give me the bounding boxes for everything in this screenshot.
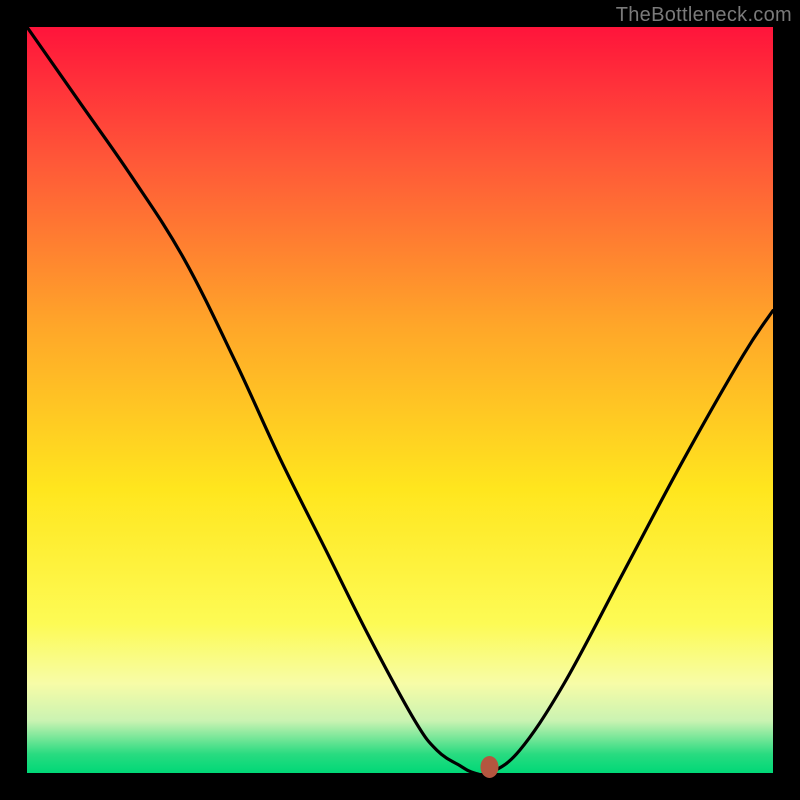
plot-area [27, 27, 773, 773]
optimal-point-marker [481, 756, 499, 778]
curve-path [27, 27, 773, 775]
bottleneck-curve [27, 27, 773, 773]
chart-frame: TheBottleneck.com [0, 0, 800, 800]
watermark-label: TheBottleneck.com [616, 4, 792, 27]
